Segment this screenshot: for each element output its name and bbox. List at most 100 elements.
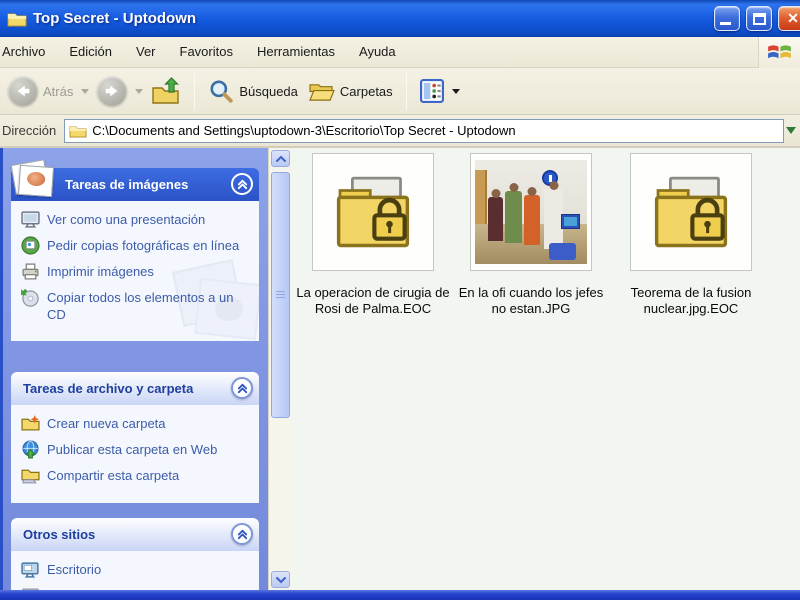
folders-icon xyxy=(308,80,335,103)
back-label: Atrás xyxy=(43,83,74,99)
scroll-down-button[interactable] xyxy=(271,571,290,588)
forward-button[interactable] xyxy=(92,71,132,111)
toolbar-separator xyxy=(194,72,196,110)
place-desktop[interactable]: Escritorio xyxy=(21,561,253,579)
address-folder-icon xyxy=(69,124,87,138)
task-label: Ver como una presentación xyxy=(47,212,206,227)
window-controls: ✕ xyxy=(714,6,800,31)
minimize-button[interactable] xyxy=(714,6,740,31)
menu-favoritos[interactable]: Favoritos xyxy=(168,37,245,67)
address-bar: Dirección C:\Documents and Settings\upto… xyxy=(0,115,800,148)
task-copy-to-cd[interactable]: Copiar todos los elementos a un CD xyxy=(21,288,253,323)
collapse-chevron-button[interactable] xyxy=(231,523,253,545)
panel-file-folder-tasks-header[interactable]: Tareas de archivo y carpeta xyxy=(11,372,259,405)
panel-image-tasks: Tareas de imágenes Ver como una presenta… xyxy=(10,159,259,341)
photo-person xyxy=(505,191,523,244)
task-order-prints[interactable]: Pedir copias fotográficas en línea xyxy=(21,236,253,255)
maximize-button[interactable] xyxy=(746,6,772,31)
menu-ver[interactable]: Ver xyxy=(124,37,168,67)
file-name: La operacion de cirugia de Rosi de Palma… xyxy=(296,285,450,316)
panel-file-folder-tasks: Tareas de archivo y carpeta Crear nueva … xyxy=(11,372,259,503)
folders-button[interactable]: Carpetas xyxy=(303,71,398,111)
folder-up-icon xyxy=(151,77,181,105)
menu-herramientas[interactable]: Herramientas xyxy=(245,37,347,67)
scrollbar-thumb[interactable] xyxy=(271,172,290,418)
file-list-area: La operacion de cirugia de Rosi de Palma… xyxy=(291,148,800,600)
panel-other-places: Otros sitios Escritorio xyxy=(11,518,259,600)
photo-person xyxy=(524,195,540,246)
task-label: Imprimir imágenes xyxy=(47,264,154,279)
taskbar-edge xyxy=(0,590,800,600)
vertical-scrollbar[interactable] xyxy=(268,148,291,600)
address-path: C:\Documents and Settings\uptodown-3\Esc… xyxy=(92,123,516,138)
back-button[interactable]: Atrás xyxy=(3,71,78,111)
up-button[interactable] xyxy=(146,71,186,111)
collapse-chevron-button[interactable] xyxy=(231,173,253,195)
window-title: Top Secret - Uptodown xyxy=(33,10,197,27)
web-publish-icon xyxy=(21,440,40,459)
photo-prints-icon xyxy=(21,236,40,255)
desktop-icon xyxy=(21,560,40,579)
task-publish-web[interactable]: Publicar esta carpeta en Web xyxy=(21,440,253,459)
panel-title: Otros sitios xyxy=(23,527,96,542)
task-view-slideshow[interactable]: Ver como una presentación xyxy=(21,211,253,229)
minimize-icon xyxy=(720,22,731,25)
back-dropdown-caret[interactable] xyxy=(81,88,90,94)
locked-folder-icon xyxy=(654,176,728,247)
file-name: En la ofi cuando los jefes no estan.JPG xyxy=(458,285,604,316)
file-item[interactable]: Teorema de la fusion nuclear.jpg.EOC xyxy=(613,153,769,317)
collapse-chevron-button[interactable] xyxy=(231,377,253,399)
search-icon xyxy=(208,78,234,104)
file-item[interactable]: La operacion de cirugia de Rosi de Palma… xyxy=(295,153,451,317)
menu-bar: Archivo Edición Ver Favoritos Herramient… xyxy=(0,37,800,68)
slideshow-icon xyxy=(21,210,40,229)
address-input[interactable]: C:\Documents and Settings\uptodown-3\Esc… xyxy=(64,118,784,143)
search-button[interactable]: Búsqueda xyxy=(203,71,303,111)
task-share-folder[interactable]: Compartir esta carpeta xyxy=(21,467,253,485)
window-folder-icon xyxy=(7,11,27,27)
printer-icon xyxy=(21,262,40,281)
new-folder-icon xyxy=(21,414,40,433)
photo-detail xyxy=(548,243,576,260)
folders-label: Carpetas xyxy=(339,83,393,99)
task-print-images[interactable]: Imprimir imágenes xyxy=(21,263,253,281)
task-new-folder[interactable]: Crear nueva carpeta xyxy=(21,415,253,433)
photo-detail xyxy=(475,170,488,225)
menu-edicion[interactable]: Edición xyxy=(57,37,124,67)
close-icon: ✕ xyxy=(787,10,799,26)
address-dropdown-button[interactable] xyxy=(784,119,798,143)
explorer-window: Top Secret - Uptodown ✕ Archivo Edición … xyxy=(0,0,800,600)
cd-icon xyxy=(21,288,40,307)
explorer-body: Tareas de imágenes Ver como una presenta… xyxy=(0,148,800,600)
menu-ayuda[interactable]: Ayuda xyxy=(347,37,408,67)
image-tasks-icon xyxy=(9,156,59,204)
task-label: Compartir esta carpeta xyxy=(47,468,180,483)
views-icon xyxy=(419,79,444,103)
windows-logo xyxy=(758,37,800,68)
place-label: Escritorio xyxy=(47,562,102,577)
file-thumbnail xyxy=(630,153,752,271)
views-dropdown-caret xyxy=(451,88,460,94)
views-button[interactable] xyxy=(415,71,468,111)
scroll-up-button[interactable] xyxy=(271,150,290,167)
photo-card xyxy=(17,164,55,198)
task-label: Copiar todos los elementos a un CD xyxy=(47,290,234,322)
task-label: Pedir copias fotográficas en línea xyxy=(47,238,240,253)
panel-other-places-header[interactable]: Otros sitios xyxy=(11,518,259,551)
toolbar-separator xyxy=(405,72,407,110)
menu-archivo[interactable]: Archivo xyxy=(0,37,57,67)
photo-person xyxy=(488,197,503,242)
file-thumbnail xyxy=(312,153,434,271)
close-button[interactable]: ✕ xyxy=(778,6,800,31)
share-folder-icon xyxy=(21,466,40,485)
forward-dropdown-caret[interactable] xyxy=(135,88,144,94)
search-label: Búsqueda xyxy=(239,83,298,99)
panel-title: Tareas de archivo y carpeta xyxy=(23,381,194,396)
title-bar: Top Secret - Uptodown ✕ xyxy=(0,0,800,37)
task-label: Publicar esta carpeta en Web xyxy=(47,442,218,457)
toolbar: Atrás Búsqueda Carpetas xyxy=(0,68,800,115)
file-item[interactable]: En la ofi cuando los jefes no estan.JPG xyxy=(453,153,609,317)
file-name: Teorema de la fusion nuclear.jpg.EOC xyxy=(630,285,752,316)
back-icon xyxy=(8,76,38,106)
task-pane-sidebar: Tareas de imágenes Ver como una presenta… xyxy=(0,148,268,600)
